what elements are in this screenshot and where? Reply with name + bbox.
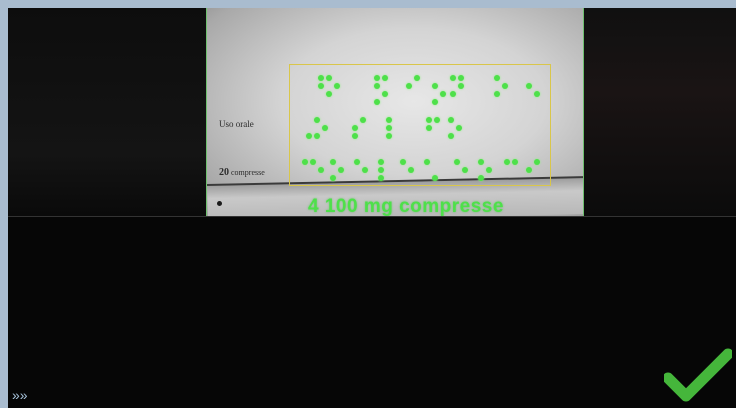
- braille-dot: [310, 159, 316, 165]
- braille-dot: [432, 83, 438, 89]
- confirm-button[interactable]: [662, 348, 734, 406]
- braille-dot: [326, 91, 332, 97]
- braille-dot: [440, 91, 446, 97]
- braille-dot: [534, 91, 540, 97]
- braille-dot: [400, 159, 406, 165]
- braille-dot: [378, 175, 384, 181]
- braille-dot: [478, 159, 484, 165]
- braille-dot: [338, 167, 344, 173]
- package-dot: [217, 201, 222, 206]
- braille-dot: [512, 159, 518, 165]
- braille-dot: [426, 117, 432, 123]
- braille-dot: [362, 167, 368, 173]
- braille-scan-box: [289, 64, 551, 186]
- braille-dot: [486, 167, 492, 173]
- braille-dot: [494, 75, 500, 81]
- braille-dot: [352, 125, 358, 131]
- package-brand-text: xxxxxxxxxxtis: [507, 194, 583, 210]
- braille-dot: [354, 159, 360, 165]
- braille-dot: [450, 75, 456, 81]
- braille-dot: [334, 83, 340, 89]
- camera-preview: Uso orale 20 compresse xxxxxxxxxxtis: [8, 8, 736, 217]
- braille-dot: [330, 159, 336, 165]
- package-count-number: 20: [219, 167, 229, 178]
- camera-viewfinder: Uso orale 20 compresse xxxxxxxxxxtis: [206, 8, 584, 216]
- braille-dot: [458, 83, 464, 89]
- braille-dot: [318, 75, 324, 81]
- braille-dot: [448, 133, 454, 139]
- app-screen: Uso orale 20 compresse xxxxxxxxxxtis: [8, 8, 736, 408]
- braille-dot: [462, 167, 468, 173]
- braille-dot: [426, 125, 432, 131]
- braille-dot: [360, 117, 366, 123]
- braille-dot: [378, 167, 384, 173]
- braille-dot: [424, 159, 430, 165]
- braille-dot: [502, 83, 508, 89]
- braille-dot: [432, 99, 438, 105]
- braille-dot: [458, 75, 464, 81]
- braille-dot: [478, 175, 484, 181]
- braille-dot: [454, 159, 460, 165]
- package-count-unit: compresse: [231, 168, 265, 177]
- braille-dot: [374, 83, 380, 89]
- braille-dot: [414, 75, 420, 81]
- chevrons-right-icon: »»: [12, 387, 28, 403]
- camera-background-left: [8, 8, 206, 216]
- braille-dot: [406, 83, 412, 89]
- recognized-braille-text: 4 100 mg compresse: [308, 196, 504, 217]
- braille-dot: [314, 117, 320, 123]
- braille-dot: [302, 159, 308, 165]
- braille-dot: [374, 99, 380, 105]
- braille-dot: [306, 133, 312, 139]
- braille-dot: [504, 159, 510, 165]
- braille-dot: [352, 133, 358, 139]
- braille-dot: [526, 83, 532, 89]
- braille-dot: [494, 91, 500, 97]
- braille-dot: [330, 175, 336, 181]
- braille-dot: [434, 117, 440, 123]
- braille-dot: [322, 125, 328, 131]
- braille-dot: [534, 159, 540, 165]
- braille-dot: [378, 159, 384, 165]
- braille-dot: [318, 167, 324, 173]
- checkmark-icon: [662, 348, 734, 402]
- braille-dot: [526, 167, 532, 173]
- braille-dot: [382, 75, 388, 81]
- braille-dot: [386, 125, 392, 131]
- braille-dot: [326, 75, 332, 81]
- expand-button[interactable]: »»: [12, 386, 36, 404]
- braille-dot: [386, 133, 392, 139]
- braille-dot: [314, 133, 320, 139]
- braille-dot: [450, 91, 456, 97]
- braille-dot: [318, 83, 324, 89]
- camera-background-right: [584, 8, 736, 216]
- braille-dot: [408, 167, 414, 173]
- braille-dot: [456, 125, 462, 131]
- package-label-oral: Uso orale: [219, 119, 254, 129]
- braille-dot: [382, 91, 388, 97]
- braille-dot: [386, 117, 392, 123]
- package-label-count: 20 compresse: [219, 167, 265, 178]
- preview-divider: [8, 216, 736, 217]
- braille-dot: [374, 75, 380, 81]
- braille-dot: [432, 175, 438, 181]
- braille-dot: [448, 117, 454, 123]
